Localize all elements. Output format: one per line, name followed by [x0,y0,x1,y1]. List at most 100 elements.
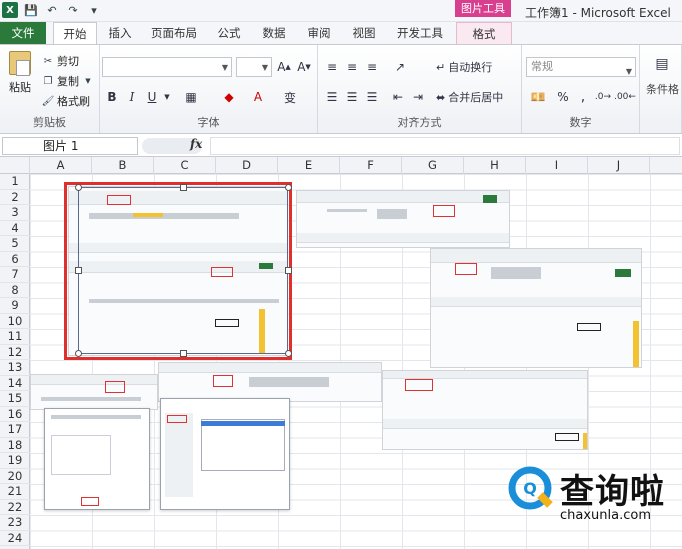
row-header[interactable]: 21 [0,484,30,500]
column-header[interactable]: C [154,157,216,174]
number-format-select[interactable]: 常规 ▼ [526,57,636,77]
fill-color-icon[interactable]: ◆ [220,88,238,106]
comma-style-icon[interactable]: , [576,88,590,106]
column-header[interactable]: J [588,157,650,174]
row-header[interactable]: 18 [0,438,30,453]
column-header[interactable]: A [30,157,92,174]
pasted-screenshot-picture[interactable] [382,370,588,450]
decrease-decimal-icon[interactable]: .00← [614,88,636,106]
column-header[interactable]: G [402,157,464,174]
row-header[interactable]: 6 [0,252,30,267]
font-name-select[interactable]: ▼ [102,57,232,77]
resize-handle[interactable] [285,184,292,191]
resize-handle[interactable] [180,184,187,191]
row-header[interactable]: 8 [0,283,30,298]
chevron-down-icon[interactable]: ▼ [162,88,172,106]
row-header[interactable]: 2 [0,190,30,205]
tab-formulas[interactable]: 公式 [213,22,245,44]
format-painter-button[interactable]: 🖌 格式刷 [42,93,90,109]
font-size-select[interactable]: ▼ [236,57,272,77]
resize-handle[interactable] [75,184,82,191]
row-header[interactable]: 13 [0,360,30,376]
column-header[interactable]: H [464,157,526,174]
row-header[interactable]: 4 [0,221,30,236]
resize-handle[interactable] [285,350,292,357]
selected-picture-highlight[interactable] [64,182,292,360]
row-header[interactable]: 1 [0,174,30,190]
save-icon[interactable]: 💾 [23,2,39,18]
row-header[interactable]: 16 [0,407,30,422]
increase-indent-icon[interactable]: ⇥ [410,88,426,106]
row-header[interactable]: 7 [0,267,30,283]
row-header[interactable]: 24 [0,531,30,546]
tab-developer[interactable]: 开发工具 [393,22,447,44]
shrink-font-icon[interactable]: A ▼ [296,58,312,76]
align-bottom-icon[interactable]: ≡ [364,58,380,76]
redo-icon[interactable]: ↷ [65,2,81,18]
underline-icon[interactable]: U [144,88,160,106]
name-box[interactable]: 图片 1 [2,137,138,155]
tab-page-layout[interactable]: 页面布局 [148,22,200,44]
chevron-down-icon[interactable]: ▼ [82,75,94,87]
increase-decimal-icon[interactable]: .0→ [594,88,612,106]
resize-handle[interactable] [285,267,292,274]
pasted-dialog-picture[interactable] [44,408,150,510]
formula-input[interactable] [210,137,680,155]
tab-file[interactable]: 文件 [0,22,46,44]
cut-button[interactable]: ✂ 剪切 [42,53,79,69]
select-all-corner[interactable] [0,157,30,174]
row-header[interactable]: 3 [0,205,30,221]
row-header[interactable]: 12 [0,345,30,360]
conditional-format-icon[interactable]: ▤ [652,53,672,75]
borders-icon[interactable]: ▦ [182,88,200,106]
row-header[interactable]: 5 [0,236,30,252]
excel-app-icon[interactable]: X [2,2,18,18]
column-header[interactable]: I [526,157,588,174]
align-top-icon[interactable]: ≡ [324,58,340,76]
resize-handle[interactable] [180,350,187,357]
tab-view[interactable]: 视图 [348,22,380,44]
tab-insert[interactable]: 插入 [105,22,135,44]
phonetic-icon[interactable]: 变 [280,88,300,106]
font-color-icon[interactable]: A [250,88,266,106]
pasted-screenshot-picture[interactable] [430,248,642,368]
resize-handle[interactable] [75,350,82,357]
align-right-icon[interactable]: ☰ [364,88,380,106]
row-header[interactable]: 15 [0,391,30,407]
tab-data[interactable]: 数据 [258,22,290,44]
pasted-screenshot-picture[interactable] [30,374,158,410]
row-header[interactable]: 19 [0,453,30,469]
pasted-screenshot-picture[interactable] [158,362,382,402]
paste-button[interactable]: 粘贴 [6,51,34,101]
grow-font-icon[interactable]: A ▲ [276,58,292,76]
align-left-icon[interactable]: ☰ [324,88,340,106]
copy-button[interactable]: ❐ 复制 ▼ [42,73,94,89]
row-header[interactable]: 23 [0,515,30,531]
column-header[interactable]: B [92,157,154,174]
bold-icon[interactable]: B [104,88,120,106]
merge-center-button[interactable]: ⬌ 合并后居中 [436,88,522,106]
conditional-format-label[interactable]: 条件格 [646,81,679,97]
pasted-screenshot-picture[interactable] [296,190,510,248]
align-middle-icon[interactable]: ≡ [344,58,360,76]
accounting-format-icon[interactable]: 💴 [528,88,548,106]
row-header[interactable]: 22 [0,500,30,515]
column-header[interactable]: F [340,157,402,174]
undo-icon[interactable]: ↶ [44,2,60,18]
row-header[interactable]: 10 [0,314,30,329]
orientation-icon[interactable]: ↗ [390,58,410,76]
tab-review[interactable]: 审阅 [303,22,335,44]
customize-qat-icon[interactable]: ▾ [86,2,102,18]
row-header[interactable]: 9 [0,298,30,314]
row-header[interactable]: 14 [0,376,30,391]
row-header[interactable]: 17 [0,422,30,438]
resize-handle[interactable] [75,267,82,274]
row-header[interactable]: 11 [0,329,30,345]
italic-icon[interactable]: I [124,88,140,106]
wrap-text-button[interactable]: ↵ 自动换行 [436,58,516,76]
align-center-icon[interactable]: ☰ [344,88,360,106]
column-header[interactable]: D [216,157,278,174]
decrease-indent-icon[interactable]: ⇤ [390,88,406,106]
pasted-dialog-picture[interactable] [160,398,290,510]
percent-icon[interactable]: % [556,88,570,106]
